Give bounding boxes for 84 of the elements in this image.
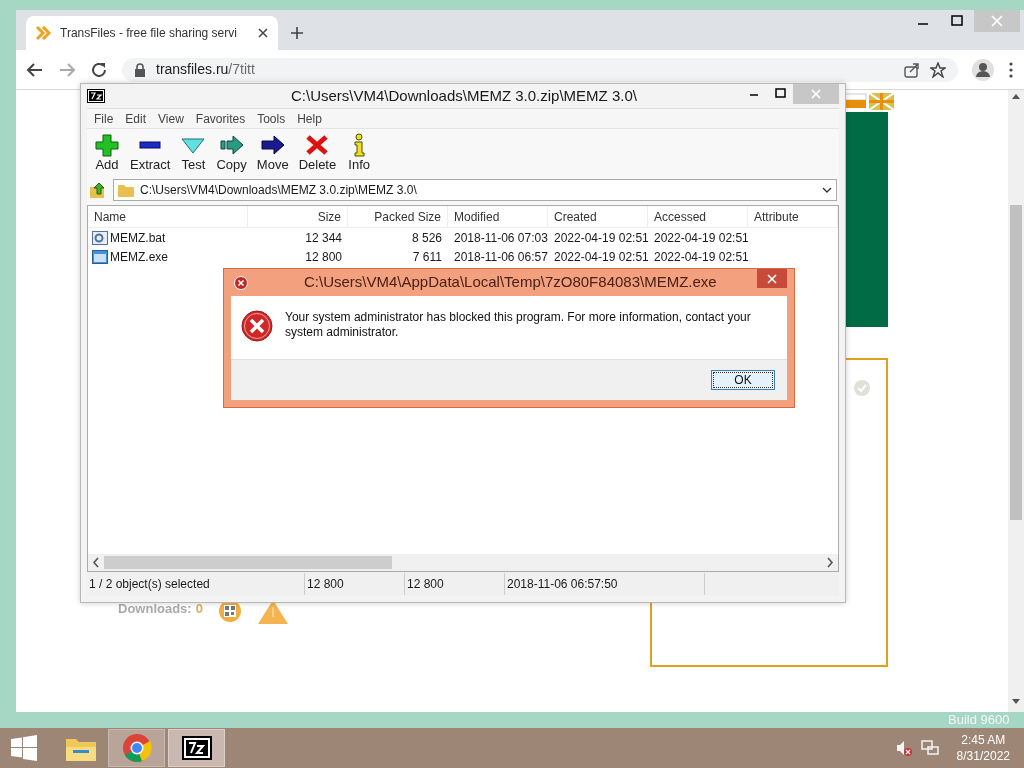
menu-item[interactable]: View <box>153 109 189 128</box>
column-header[interactable]: Attribute <box>748 206 838 227</box>
status-text: 2018-11-06 06:57:50 <box>505 573 705 595</box>
scrollbar[interactable] <box>1008 90 1024 712</box>
column-header[interactable]: Name <box>88 206 248 227</box>
muted-speaker-icon[interactable] <box>894 739 913 757</box>
build-label: Build 9600 <box>948 711 1010 729</box>
table-cell-text: 7 611 <box>411 248 443 266</box>
menu-item[interactable]: Help <box>292 109 327 128</box>
scroll-thumb[interactable] <box>1010 205 1022 520</box>
table-cell-text: 8 526 <box>410 229 443 247</box>
table-cell-text: 2022-04-19 02:51 <box>553 248 648 266</box>
table-cell-text: 2022-04-19 02:51 <box>653 248 748 266</box>
table-cell-text: 12 800 <box>304 248 343 266</box>
column-header[interactable]: Size <box>248 206 348 227</box>
folder-up-icon[interactable] <box>89 181 107 199</box>
toolbar-button[interactable]: Info <box>343 133 376 173</box>
table-cell-text: 2018-11-06 07:03 <box>453 229 548 247</box>
table-cell-text: 2018-11-06 06:57 <box>453 248 548 266</box>
lock-icon <box>134 62 146 77</box>
column-header[interactable]: Accessed <box>648 206 748 227</box>
table-cell-text: 2022-04-19 02:51 <box>653 229 748 247</box>
menu-item[interactable]: Tools <box>252 109 291 128</box>
status-text: 12 800 <box>305 573 405 595</box>
toolbar-button[interactable]: Delete <box>295 133 340 173</box>
arrow-icon <box>259 133 286 157</box>
browser-logo-icon <box>121 733 152 763</box>
menu-item[interactable]: File <box>89 109 119 128</box>
network-icon[interactable] <box>920 739 939 757</box>
dialog-title: C:\Users\VM4\AppData\Local\Temp\7zO80F84083\MEMZ.exe <box>304 272 717 293</box>
column-header[interactable]: Modified <box>448 206 548 227</box>
plus-icon <box>94 133 120 157</box>
toolbar-button[interactable]: Extract <box>127 133 174 173</box>
table-cell-text: 2022-04-19 02:51 <box>553 229 648 247</box>
toolbar-button[interactable]: Move <box>253 133 292 173</box>
star-icon[interactable] <box>930 61 946 78</box>
gear-file-icon <box>92 230 108 245</box>
downloads-count: 0 <box>195 600 203 618</box>
status-text: 12 800 <box>405 573 505 595</box>
check-circle-icon <box>854 380 870 396</box>
browser-tab[interactable]: TransFiles - free file sharing servi <box>26 16 278 50</box>
toolbar-button[interactable]: Test <box>177 133 210 173</box>
close-icon[interactable] <box>258 28 268 38</box>
dropdown-caret-icon[interactable] <box>822 186 832 194</box>
share-icon[interactable] <box>904 61 920 78</box>
toolbar-button[interactable]: Copy <box>213 133 250 173</box>
menu-item[interactable]: Favorites <box>190 109 251 128</box>
table-cell-text: 12 344 <box>304 229 343 247</box>
menu-icon[interactable] <box>1008 60 1014 79</box>
scroll-thumb[interactable] <box>104 556 392 569</box>
column-header[interactable]: Packed Size <box>348 206 448 227</box>
column-header[interactable]: Created <box>548 206 648 227</box>
ok-button[interactable]: OK <box>711 370 775 390</box>
new-tab-icon[interactable] <box>290 26 304 40</box>
reload-icon[interactable] <box>90 60 108 79</box>
window-title: C:\Users\VM4\Downloads\MEMZ 3.0.zip\MEMZ 3.0\ <box>291 85 637 106</box>
scroll-down-icon[interactable] <box>1012 699 1020 704</box>
app-logo-icon <box>87 89 105 103</box>
menu-item[interactable]: Edit <box>120 109 152 128</box>
chevron-logo-icon <box>36 25 52 41</box>
scroll-up-icon[interactable] <box>1012 94 1020 99</box>
folder-icon <box>118 183 134 197</box>
toolbar-button[interactable]: Add <box>91 133 123 173</box>
horizontal-scrollbar[interactable] <box>88 554 838 571</box>
app-logo-icon <box>181 736 212 760</box>
back-icon[interactable] <box>26 60 44 79</box>
downloads-label: Downloads: <box>118 600 192 618</box>
error-icon <box>234 275 248 290</box>
path-field[interactable]: C:\Users\VM4\Downloads\MEMZ 3.0.zip\MEMZ 3.0\ <box>113 179 837 201</box>
windows-start-icon[interactable] <box>11 735 37 761</box>
status-text: 1 / 2 object(s) selected <box>87 573 305 595</box>
file-name-cell[interactable]: MEMZ.bat <box>88 228 248 247</box>
file-name-cell[interactable]: MEMZ.exe <box>88 247 248 266</box>
url-text: transfiles.ru/7titt <box>156 60 255 79</box>
window-file-icon <box>92 249 108 264</box>
arrow-icon <box>218 133 245 157</box>
minus-icon <box>139 141 162 149</box>
tab-title: TransFiles - free file sharing servi <box>60 25 238 42</box>
error-icon <box>241 310 273 342</box>
address-bar[interactable]: transfiles.ru/7titt <box>122 57 958 82</box>
error-message: Your system administrator has blocked this program. For more information, contact your system administrator. <box>285 310 752 340</box>
taskbar-button[interactable] <box>168 729 225 767</box>
profile-avatar-icon[interactable] <box>972 58 994 81</box>
close-icon[interactable] <box>757 269 787 288</box>
